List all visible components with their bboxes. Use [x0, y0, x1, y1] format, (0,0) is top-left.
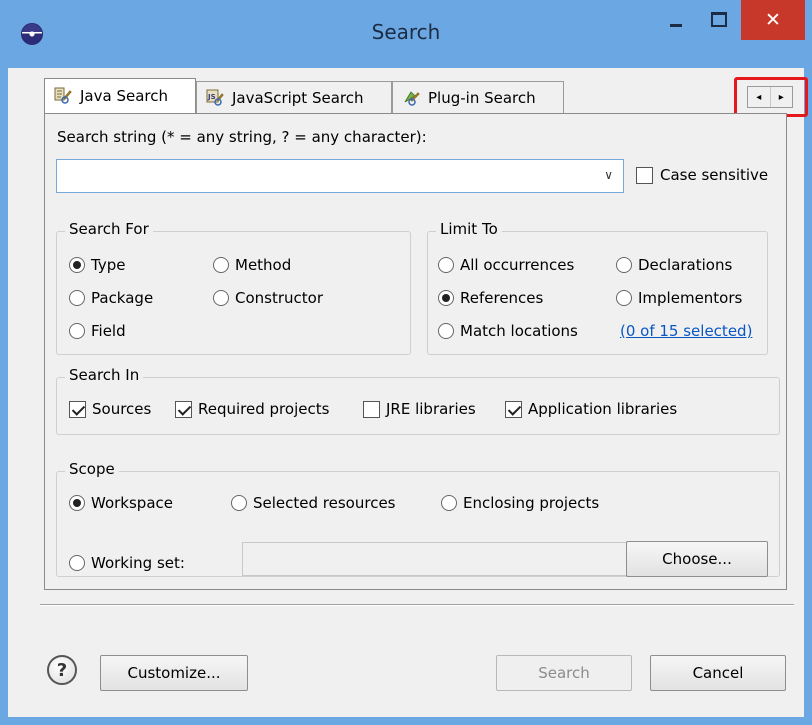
- case-sensitive-label: Case sensitive: [660, 166, 769, 184]
- tab-scroll-buttons: ◂ ▸: [747, 86, 793, 108]
- check-sources[interactable]: Sources: [69, 400, 151, 418]
- search-in-title: Search In: [65, 366, 144, 384]
- radio-selected-resources[interactable]: Selected resources: [231, 494, 396, 512]
- search-for-group: Search For Type Method Package Construct…: [56, 220, 411, 355]
- radio-working-set[interactable]: Working set:: [69, 554, 185, 572]
- search-string-input[interactable]: ∨: [56, 159, 624, 193]
- help-icon[interactable]: ?: [47, 655, 77, 685]
- checkbox[interactable]: [505, 400, 522, 418]
- javascript-search-icon: JS: [206, 89, 224, 106]
- tab-java-search[interactable]: Java Search: [44, 78, 196, 113]
- chevron-down-icon[interactable]: ∨: [604, 168, 613, 182]
- radio-button[interactable]: [438, 257, 454, 273]
- radio-button[interactable]: [69, 323, 85, 339]
- tab-label: JavaScript Search: [232, 88, 364, 107]
- arrow-left-icon: ◂: [756, 91, 762, 103]
- tab-scroll-highlight: ◂ ▸: [734, 77, 808, 117]
- radio-references[interactable]: References: [438, 289, 543, 307]
- choose-button[interactable]: Choose...: [626, 541, 768, 577]
- limit-to-title: Limit To: [436, 220, 502, 238]
- cancel-button[interactable]: Cancel: [650, 655, 786, 691]
- customize-button[interactable]: Customize...: [100, 655, 248, 691]
- title-bar[interactable]: Search ✕: [0, 0, 812, 68]
- plugin-search-icon: [404, 90, 420, 106]
- checkbox[interactable]: [175, 400, 192, 418]
- radio-type[interactable]: Type: [69, 256, 125, 274]
- tab-label: Java Search: [80, 87, 168, 105]
- limit-to-group: Limit To All occurrences Declarations Re…: [427, 220, 768, 355]
- check-application-libraries[interactable]: Application libraries: [505, 400, 677, 418]
- scope-title: Scope: [65, 460, 119, 478]
- radio-match-locations[interactable]: Match locations: [438, 322, 578, 340]
- arrow-right-icon: ▸: [778, 91, 784, 103]
- radio-button[interactable]: [69, 257, 85, 273]
- search-string-label: Search string (* = any string, ? = any c…: [57, 128, 427, 146]
- close-icon: ✕: [765, 9, 781, 31]
- maximize-button[interactable]: [697, 0, 737, 40]
- working-set-field: [242, 542, 628, 576]
- check-jre-libraries[interactable]: JRE libraries: [363, 400, 476, 418]
- minimize-button[interactable]: [656, 0, 696, 40]
- radio-button[interactable]: [69, 495, 85, 511]
- dialog-separator: [40, 604, 794, 606]
- radio-workspace[interactable]: Workspace: [69, 494, 173, 512]
- search-for-title: Search For: [65, 220, 153, 238]
- checkbox[interactable]: [363, 400, 380, 418]
- case-sensitive-checkbox[interactable]: [636, 166, 653, 184]
- tab-plugin-search[interactable]: Plug-in Search: [392, 81, 564, 113]
- scroll-left-button[interactable]: ◂: [748, 87, 770, 107]
- search-button[interactable]: Search: [496, 655, 632, 691]
- radio-button[interactable]: [213, 257, 229, 273]
- radio-implementors[interactable]: Implementors: [616, 289, 742, 307]
- radio-package[interactable]: Package: [69, 289, 153, 307]
- case-sensitive-option[interactable]: Case sensitive: [636, 166, 768, 184]
- radio-button[interactable]: [231, 495, 247, 511]
- svg-text:JS: JS: [207, 93, 216, 101]
- check-required-projects[interactable]: Required projects: [175, 400, 329, 418]
- radio-button[interactable]: [616, 257, 632, 273]
- radio-button[interactable]: [213, 290, 229, 306]
- radio-button[interactable]: [438, 290, 454, 306]
- match-locations-link[interactable]: (0 of 15 selected): [620, 322, 752, 340]
- scope-group: Scope Workspace Selected resources Enclo…: [56, 460, 780, 577]
- radio-button[interactable]: [69, 290, 85, 306]
- radio-enclosing-projects[interactable]: Enclosing projects: [441, 494, 599, 512]
- radio-method[interactable]: Method: [213, 256, 291, 274]
- radio-button[interactable]: [441, 495, 457, 511]
- search-in-group: Search In Sources Required projects JRE …: [56, 366, 780, 435]
- radio-field[interactable]: Field: [69, 322, 126, 340]
- radio-button[interactable]: [438, 323, 454, 339]
- java-search-page: Search string (* = any string, ? = any c…: [44, 113, 787, 590]
- close-button[interactable]: ✕: [741, 0, 805, 40]
- java-search-icon: [54, 87, 72, 104]
- scroll-right-button[interactable]: ▸: [769, 87, 793, 107]
- radio-constructor[interactable]: Constructor: [213, 289, 323, 307]
- radio-declarations[interactable]: Declarations: [616, 256, 732, 274]
- tab-label: Plug-in Search: [428, 88, 536, 107]
- radio-button[interactable]: [69, 555, 85, 571]
- checkbox[interactable]: [69, 400, 86, 418]
- tab-javascript-search[interactable]: JS JavaScript Search: [196, 81, 392, 113]
- radio-all-occurrences[interactable]: All occurrences: [438, 256, 574, 274]
- radio-button[interactable]: [616, 290, 632, 306]
